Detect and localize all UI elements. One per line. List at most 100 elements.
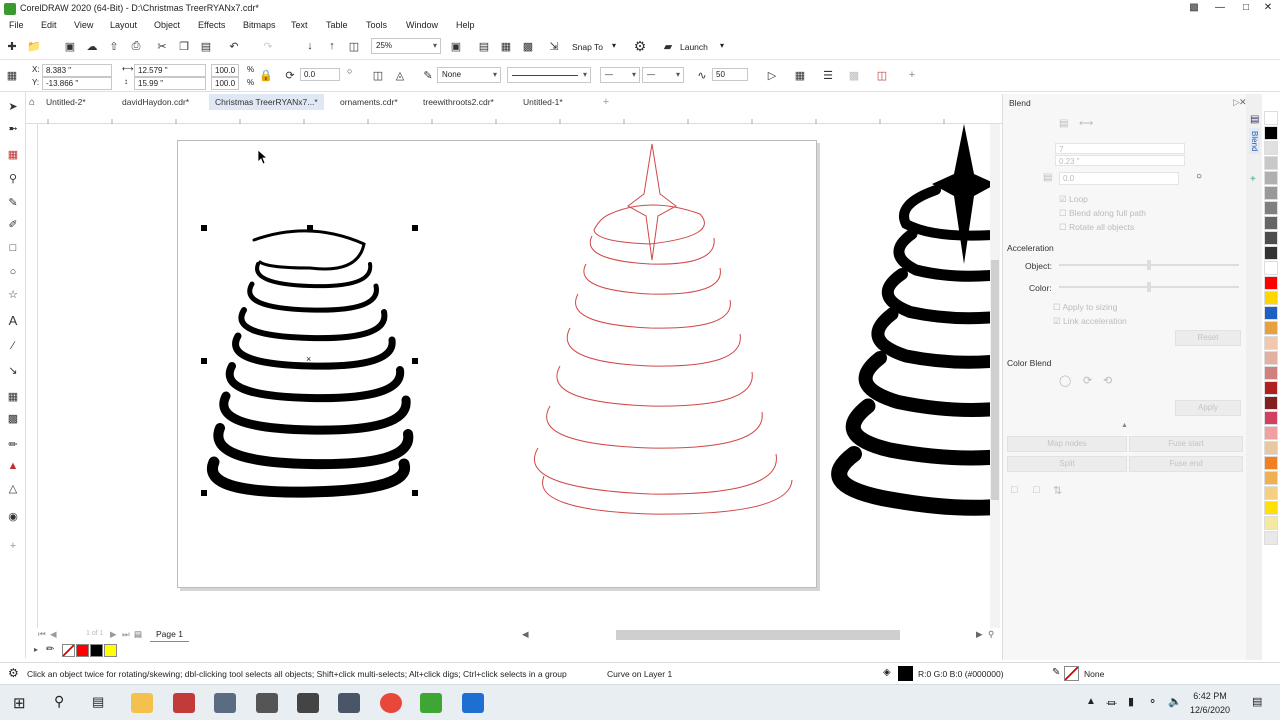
undo-icon[interactable]: ↶ [226,38,242,54]
fuse-end-button[interactable]: Fuse end [1129,456,1243,472]
star-shape[interactable] [932,124,990,264]
menu-window[interactable]: Window [406,20,438,30]
palette-swatch[interactable] [1264,396,1278,410]
palette-eyedropper-icon[interactable]: ✏ [46,644,54,655]
counterclockwise-blend-icon[interactable]: ⟲ [1103,374,1112,387]
palette-expand-icon[interactable]: ▸ [34,645,38,654]
palette-swatch[interactable] [1264,126,1278,140]
scroll-right-icon[interactable]: ▶ [976,629,983,640]
selection-handle-middle-right[interactable] [412,358,418,364]
rectangle-tool-icon[interactable]: □ [5,240,21,256]
selection-handle-top-center[interactable] [307,225,313,231]
palette-swatch[interactable] [1264,306,1278,320]
link-acceleration-checkbox[interactable]: ☑ Link acceleration [1053,316,1127,327]
horizontal-scroll-thumb[interactable] [616,630,900,640]
width-field[interactable]: 12.579 " [134,64,206,77]
windows-start-icon[interactable]: ⊞ [13,694,26,712]
palette-swatch[interactable] [1264,531,1278,545]
black-tree-partial[interactable] [806,124,990,524]
red-swatch[interactable] [76,644,89,657]
snap-chevron-down-icon[interactable]: ▾ [612,41,616,50]
import-icon[interactable]: ↓ [302,38,318,54]
add-docker-icon[interactable]: + [1250,174,1256,185]
clockwise-blend-icon[interactable]: ⟳ [1083,374,1092,387]
polygon-tool-icon[interactable]: ☆ [5,286,21,302]
new-tab-icon[interactable]: + [598,94,614,110]
tab-ornaments[interactable]: ornaments.cdr* [334,94,404,110]
snap-icon[interactable]: ⇲ [546,38,562,54]
next-page-icon[interactable]: ▶ [110,629,117,640]
palette-swatch[interactable] [1264,291,1278,305]
options-gear-icon[interactable]: ⚙ [632,38,648,54]
artistic-media-icon[interactable]: ✐ [5,216,21,232]
height-field[interactable]: 15.99 " [134,77,206,90]
wrap-text-icon[interactable]: ☰ [820,67,836,83]
vertical-scrollbar[interactable] [990,124,1000,628]
join-icon[interactable]: ▩ [846,67,862,83]
menu-bitmaps[interactable]: Bitmaps [243,20,276,30]
blend-step-icon[interactable]: ▤ [1059,118,1068,129]
menu-view[interactable]: View [74,20,93,30]
restore-icon[interactable]: ▩ [1184,2,1204,16]
color-slider-thumb[interactable] [1147,282,1151,292]
outline-pen-icon[interactable]: ✎ [420,67,436,83]
guidelines-icon[interactable]: ▩ [520,38,536,54]
freehand-tool-icon[interactable]: ✎ [5,194,21,210]
palette-swatch[interactable] [1264,441,1278,455]
transparency-tool-icon[interactable]: ▩ [5,410,21,426]
quick-customize-icon[interactable]: + [5,538,21,554]
home-icon[interactable]: ⌂ [26,94,38,110]
text-tool-icon[interactable]: A [5,312,21,328]
coreldraw-active-icon[interactable] [420,693,442,713]
apply-to-sizing-checkbox[interactable]: ☐ Apply to sizing [1053,302,1117,313]
y-position-field[interactable]: -13.866 " [42,77,112,90]
line-style-dropdown[interactable] [507,67,591,83]
mirror-horizontal-icon[interactable]: ◫ [370,67,386,83]
spacing-field[interactable]: 0.23 " [1055,155,1185,166]
clock-time[interactable]: 6:42 PM [1188,691,1232,701]
status-gear-icon[interactable]: ⚙ [8,666,19,680]
path-properties-icon[interactable]: ⇅ [1053,484,1062,497]
export-icon[interactable]: ↑ [324,38,340,54]
tab-untitled-2[interactable]: Untitled-2* [40,94,92,110]
menu-help[interactable]: Help [456,20,475,30]
palette-swatch[interactable] [1264,201,1278,215]
rotate-icon[interactable]: ⟳ [282,67,298,83]
paste-icon[interactable]: ▤ [198,38,214,54]
zoom-tool-icon[interactable]: ⚲ [5,170,21,186]
vertical-scroll-thumb[interactable] [991,260,999,500]
end-object-icon[interactable]: □ [1033,484,1040,496]
add-page-icon[interactable]: ▤ [134,629,142,640]
app-taskbar-icon-5[interactable] [462,693,484,713]
outline-width-dropdown[interactable]: None [437,67,501,83]
vertical-ruler[interactable] [26,124,38,628]
scale-height-field[interactable]: 100.0 [211,77,239,90]
cloud-icon[interactable]: ☁ [84,38,100,54]
palette-swatch[interactable] [1264,276,1278,290]
palette-swatch[interactable] [1264,156,1278,170]
palette-swatch[interactable] [1264,336,1278,350]
lock-ratio-icon[interactable]: 🔒 [258,67,274,83]
pick-tool-icon[interactable]: ➤ [5,98,21,114]
app-taskbar-icon-2[interactable] [256,693,278,713]
map-nodes-button[interactable]: Map nodes [1007,436,1127,452]
close-button[interactable]: ✕ [1258,2,1278,16]
eyedropper-tool-icon[interactable]: ✏ [5,436,21,452]
export-pdf-icon[interactable]: ◫ [346,38,362,54]
selection-handle-top-right[interactable] [412,225,418,231]
zoom-fit-icon[interactable]: ⚲ [988,629,994,640]
palette-swatch[interactable] [1264,231,1278,245]
new-document-icon[interactable]: ✚ [4,38,20,54]
app-taskbar-icon-1[interactable] [214,693,236,713]
usb-icon[interactable]: ⏛ [1106,695,1117,711]
palette-swatch[interactable] [1264,321,1278,335]
object-slider-thumb[interactable] [1147,260,1151,270]
selected-tree-spiral[interactable] [198,224,428,504]
notifications-icon[interactable]: ▤ [1252,695,1262,708]
grid-icon[interactable]: ▦ [498,38,514,54]
tab-christmas-tree[interactable]: Christmas TreerRYANx7...* [209,94,324,110]
color-acceleration-slider[interactable] [1059,282,1239,292]
no-color-swatch[interactable] [62,644,75,657]
palette-swatch[interactable] [1264,186,1278,200]
properties-tab-icon[interactable]: ▤ [1250,114,1259,125]
